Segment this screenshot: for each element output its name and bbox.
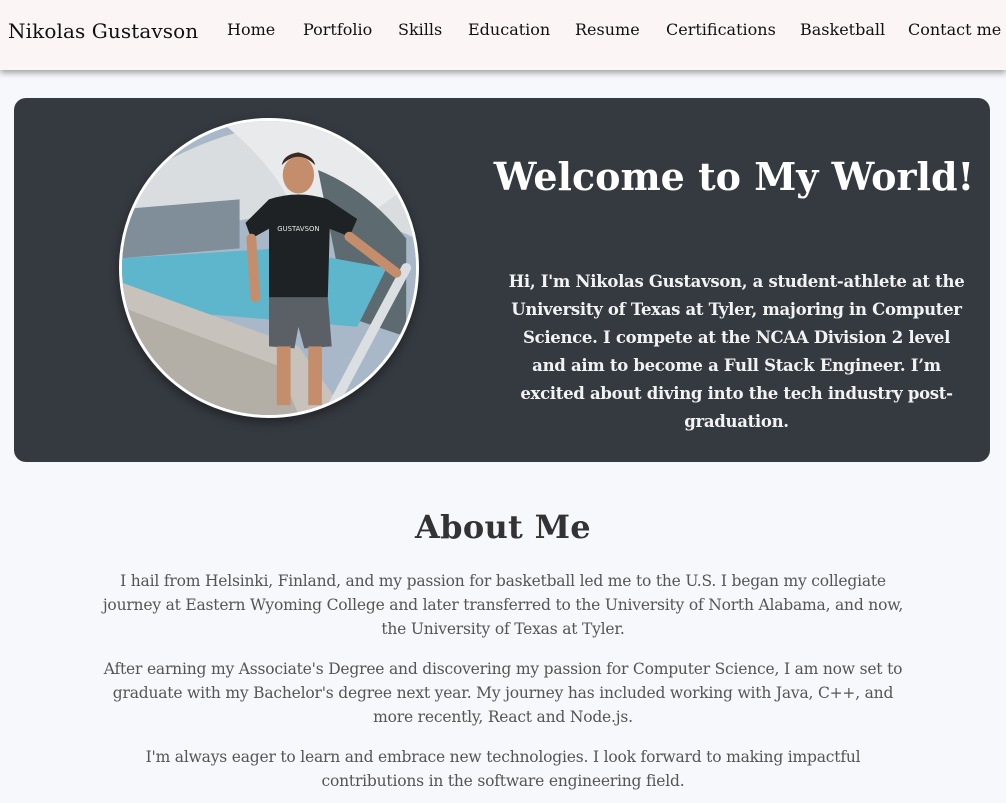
hero-intro-text: Hi, I'm Nikolas Gustavson, a student-ath… (508, 272, 965, 431)
nav-link-resume[interactable]: Resume (575, 20, 640, 39)
about-paragraph-3: I'm always eager to learn and embrace ne… (145, 748, 861, 790)
nav-links: Home Portfolio Skills Education Resume C… (0, 20, 1006, 44)
profile-photo: GUSTAVSON (119, 118, 419, 418)
nav-link-portfolio[interactable]: Portfolio (303, 20, 372, 39)
nav-link-education[interactable]: Education (468, 20, 550, 39)
about-title: About Me (415, 508, 591, 546)
about-paragraph-1: I hail from Helsinki, Finland, and my pa… (102, 572, 904, 638)
shirt-print: GUSTAVSON (277, 225, 319, 233)
about-paragraph-2: After earning my Associate's Degree and … (103, 660, 903, 726)
nav-link-certifications[interactable]: Certifications (666, 20, 776, 39)
hero-title: Welcome to My World! (493, 154, 975, 199)
nav-link-skills[interactable]: Skills (398, 20, 442, 39)
nav-link-contact[interactable]: Contact me (908, 20, 1001, 39)
nav-link-basketball[interactable]: Basketball (800, 20, 885, 39)
hero-section: GUSTAVSON Welcome to My World! Hi, I'm N… (14, 98, 990, 462)
nav-link-home[interactable]: Home (227, 20, 275, 39)
navbar: Nikolas Gustavson Home Portfolio Skills … (0, 0, 1006, 70)
